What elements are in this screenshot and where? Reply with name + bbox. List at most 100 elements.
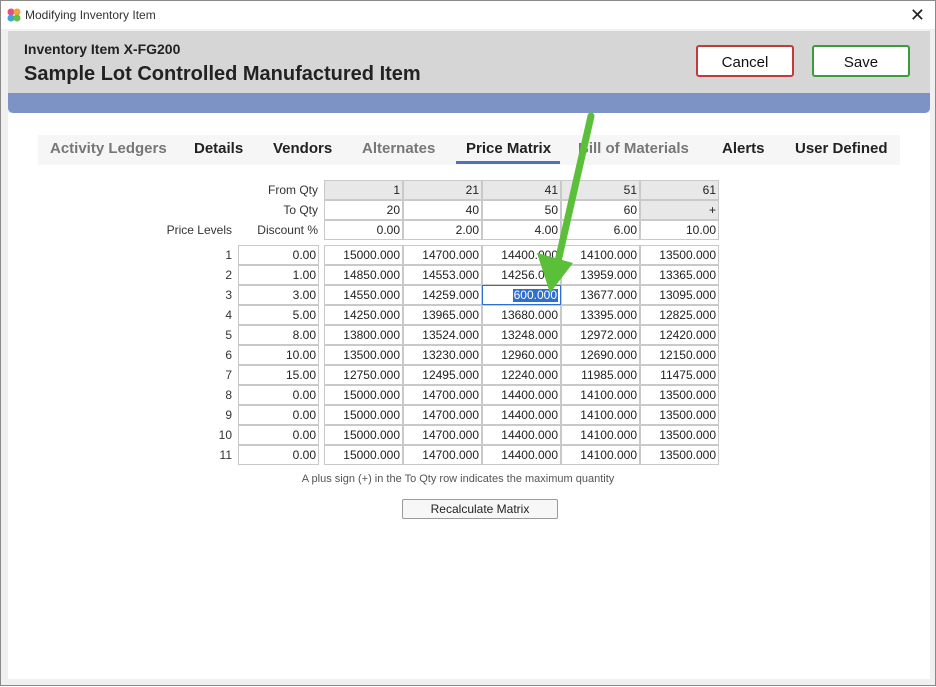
price-cell[interactable]: 13230.000 [403,345,482,365]
price-cell[interactable]: 13095.000 [640,285,719,305]
level-discount-cell[interactable]: 0.00 [238,385,319,405]
price-cell[interactable]: 15000.000 [324,445,403,465]
to-qty-cell[interactable]: 20 [324,200,403,220]
price-cell[interactable]: 14100.000 [561,425,640,445]
price-cell[interactable]: 12972.000 [561,325,640,345]
price-cell[interactable]: 14700.000 [403,405,482,425]
price-cell[interactable]: 14700.000 [403,245,482,265]
to-qty-cell[interactable]: 40 [403,200,482,220]
price-levels-label: Price Levels [166,223,232,237]
price-cell[interactable]: 11475.000 [640,365,719,385]
price-cell[interactable]: 600.000 [482,285,561,305]
tab-vendors[interactable]: Vendors [273,140,332,157]
level-discount-cell[interactable]: 15.00 [238,365,319,385]
price-cell[interactable]: 14250.000 [324,305,403,325]
price-cell[interactable]: 14700.000 [403,385,482,405]
price-level-number: 5 [225,328,232,342]
price-level-number: 7 [225,368,232,382]
price-cell[interactable]: 15000.000 [324,405,403,425]
from-qty-label: From Qty [268,183,318,197]
item-id: Inventory Item X-FG200 [24,41,181,57]
column-discount-cell[interactable]: 10.00 [640,220,719,240]
save-button[interactable]: Save [812,45,910,77]
price-cell[interactable]: 13500.000 [640,245,719,265]
price-cell[interactable]: 13365.000 [640,265,719,285]
price-cell[interactable]: 14700.000 [403,425,482,445]
tab-alerts[interactable]: Alerts [722,140,765,157]
to-qty-cell[interactable]: 60 [561,200,640,220]
price-cell[interactable]: 12825.000 [640,305,719,325]
price-cell[interactable]: 14100.000 [561,385,640,405]
price-cell[interactable]: 12150.000 [640,345,719,365]
price-cell[interactable]: 14100.000 [561,245,640,265]
cancel-button[interactable]: Cancel [696,45,794,77]
price-cell[interactable]: 12240.000 [482,365,561,385]
price-cell[interactable]: 11985.000 [561,365,640,385]
price-cell[interactable]: 15000.000 [324,385,403,405]
tab-alternates[interactable]: Alternates [362,140,435,157]
tab-activity-ledgers[interactable]: Activity Ledgers [50,140,167,157]
price-cell[interactable]: 14256.000 [482,265,561,285]
column-discount-cell[interactable]: 4.00 [482,220,561,240]
price-cell[interactable]: 13524.000 [403,325,482,345]
price-cell[interactable]: 14400.000 [482,405,561,425]
tab-user-defined[interactable]: User Defined [795,140,888,157]
price-cell[interactable]: 13395.000 [561,305,640,325]
price-cell[interactable]: 12495.000 [403,365,482,385]
content-panel: Activity Ledgers Details Vendors Alterna… [8,113,930,679]
price-level-number: 6 [225,348,232,362]
price-cell[interactable]: 12960.000 [482,345,561,365]
price-cell[interactable]: 13965.000 [403,305,482,325]
level-discount-cell[interactable]: 0.00 [238,425,319,445]
price-level-number: 3 [225,288,232,302]
from-qty-cell: 21 [403,180,482,200]
tab-strip: Activity Ledgers Details Vendors Alterna… [38,135,900,165]
price-cell[interactable]: 13500.000 [324,345,403,365]
price-cell[interactable]: 13959.000 [561,265,640,285]
level-discount-cell[interactable]: 1.00 [238,265,319,285]
close-icon[interactable]: ✕ [910,5,925,26]
price-cell[interactable]: 13500.000 [640,425,719,445]
column-discount-cell[interactable]: 6.00 [561,220,640,240]
price-cell[interactable]: 13680.000 [482,305,561,325]
price-cell[interactable]: 14700.000 [403,445,482,465]
tab-details[interactable]: Details [194,140,243,157]
price-cell[interactable]: 14850.000 [324,265,403,285]
selected-price-text[interactable]: 600.000 [512,289,558,302]
price-cell[interactable]: 13500.000 [640,445,719,465]
to-qty-cell[interactable]: 50 [482,200,561,220]
tab-price-matrix[interactable]: Price Matrix [466,140,551,157]
price-cell[interactable]: 14400.000 [482,445,561,465]
price-cell[interactable]: 13800.000 [324,325,403,345]
price-cell[interactable]: 15000.000 [324,425,403,445]
price-cell[interactable]: 14400.000 [482,425,561,445]
tab-bill-of-materials[interactable]: Bill of Materials [578,140,689,157]
recalculate-matrix-button[interactable]: Recalculate Matrix [402,499,558,519]
window-title: Modifying Inventory Item [25,8,156,22]
price-cell[interactable]: 13500.000 [640,385,719,405]
price-cell[interactable]: 14100.000 [561,445,640,465]
column-discount-cell[interactable]: 2.00 [403,220,482,240]
price-cell[interactable]: 12420.000 [640,325,719,345]
price-cell[interactable]: 12690.000 [561,345,640,365]
level-discount-cell[interactable]: 10.00 [238,345,319,365]
price-cell[interactable]: 15000.000 [324,245,403,265]
level-discount-cell[interactable]: 0.00 [238,405,319,425]
level-discount-cell[interactable]: 8.00 [238,325,319,345]
level-discount-cell[interactable]: 0.00 [238,445,319,465]
price-cell[interactable]: 12750.000 [324,365,403,385]
price-cell[interactable]: 14400.000 [482,385,561,405]
price-cell[interactable]: 14553.000 [403,265,482,285]
price-cell[interactable]: 13677.000 [561,285,640,305]
level-discount-cell[interactable]: 5.00 [238,305,319,325]
price-cell[interactable]: 13248.000 [482,325,561,345]
level-discount-cell[interactable]: 3.00 [238,285,319,305]
price-cell[interactable]: 13500.000 [640,405,719,425]
level-discount-cell[interactable]: 0.00 [238,245,319,265]
price-cell[interactable]: 14550.000 [324,285,403,305]
price-cell[interactable]: 14259.000 [403,285,482,305]
price-cell[interactable]: 14100.000 [561,405,640,425]
price-cell[interactable]: 14400.000 [482,245,561,265]
column-discount-cell[interactable]: 0.00 [324,220,403,240]
price-level-number: 10 [218,428,232,442]
